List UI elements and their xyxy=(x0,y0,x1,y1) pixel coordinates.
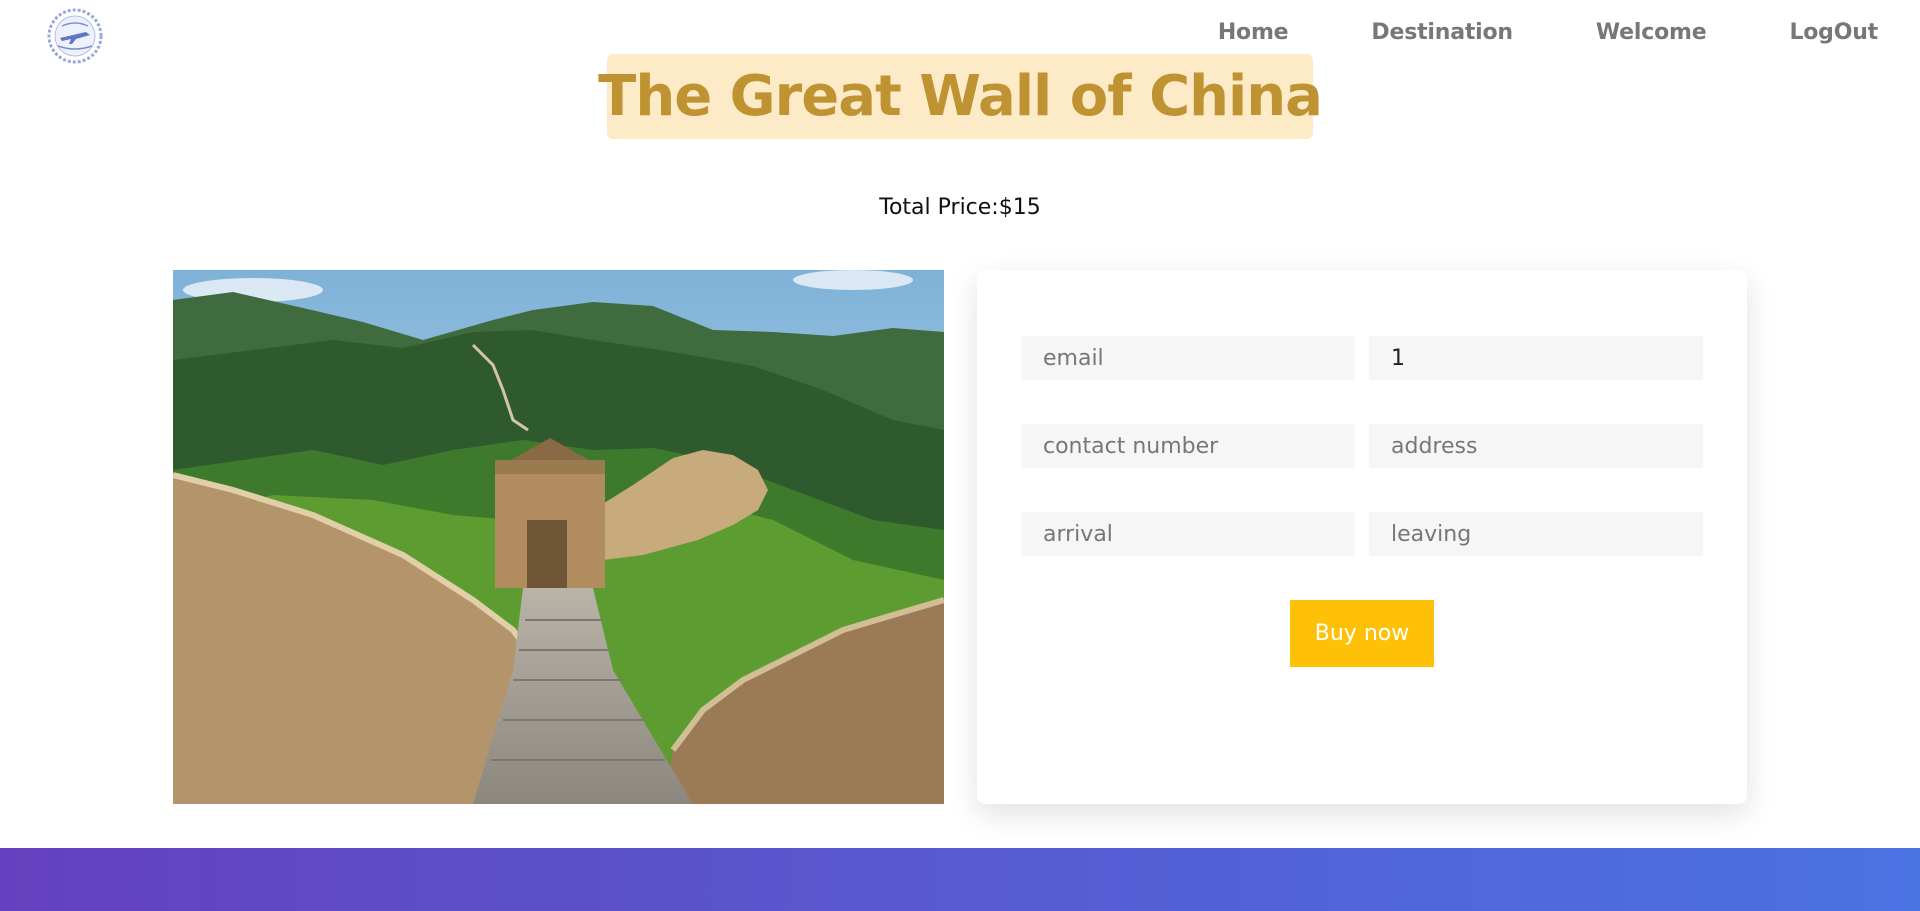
title-banner: The Great Wall of China xyxy=(598,54,1323,139)
logo-seal-icon[interactable] xyxy=(46,8,104,64)
footer-band xyxy=(0,848,1920,911)
nav-home-link[interactable]: Home xyxy=(1218,20,1289,45)
buy-now-button[interactable]: Buy now xyxy=(1290,600,1434,667)
nav-welcome-link[interactable]: Welcome xyxy=(1596,20,1707,45)
nav-logout-link[interactable]: LogOut xyxy=(1789,20,1878,45)
booking-form-card: Buy now xyxy=(977,270,1747,804)
leaving-field[interactable] xyxy=(1369,512,1703,556)
page-title: The Great Wall of China xyxy=(598,64,1323,129)
email-field[interactable] xyxy=(1021,336,1355,380)
main-nav: Home Destination Welcome LogOut xyxy=(1218,20,1878,45)
contact-number-field[interactable] xyxy=(1021,424,1355,468)
quantity-field[interactable] xyxy=(1369,336,1703,380)
great-wall-image xyxy=(173,270,944,804)
nav-destination-link[interactable]: Destination xyxy=(1371,20,1513,45)
arrival-field[interactable] xyxy=(1021,512,1355,556)
total-price: Total Price:$15 xyxy=(879,195,1041,220)
address-field[interactable] xyxy=(1369,424,1703,468)
